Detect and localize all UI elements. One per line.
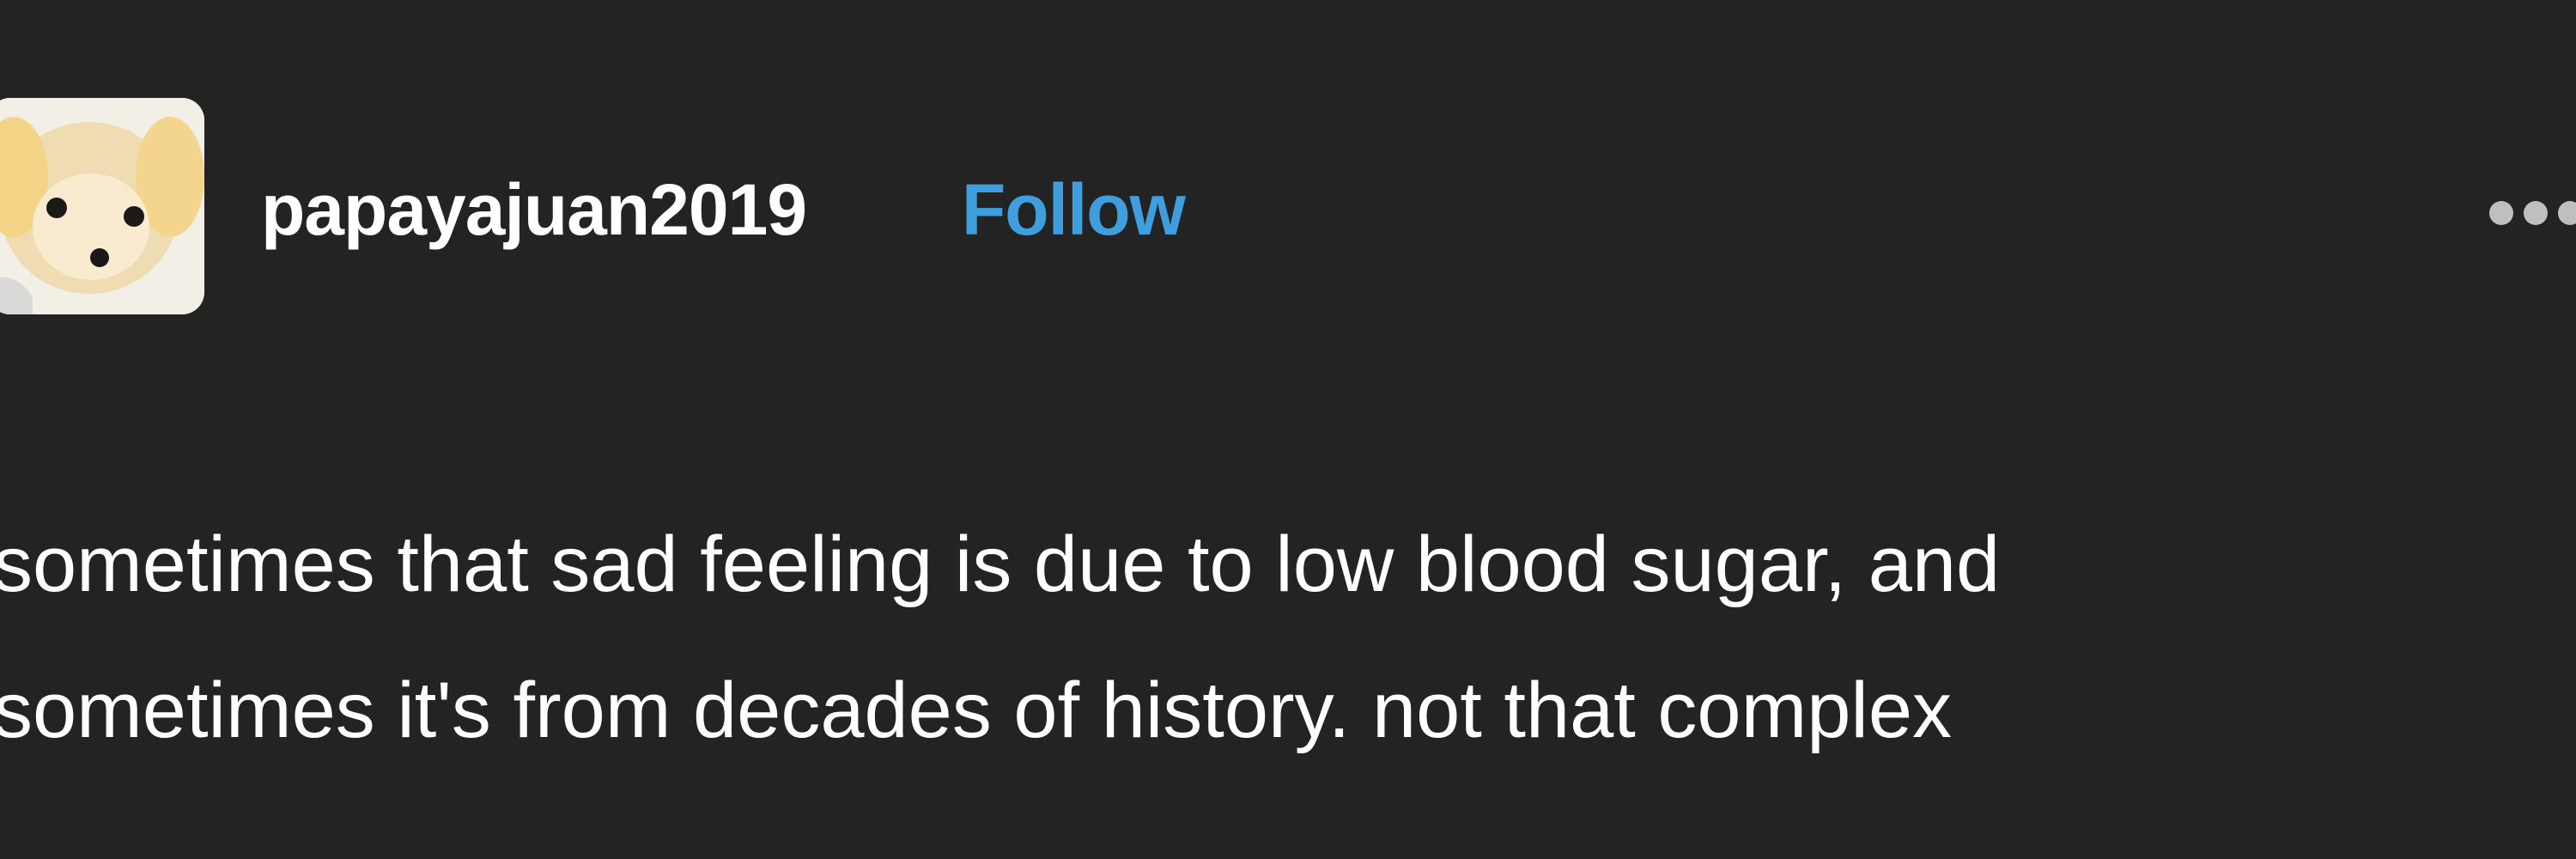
post-body: sometimes that sad feeling is due to low… (0, 491, 2552, 783)
post-body-line: sometimes that sad feeling is due to low… (0, 521, 2001, 608)
post-body-line: sometimes it's from decades of history. … (0, 667, 1952, 754)
post-card: papayajuan2019 Follow sometimes that sad… (0, 0, 2576, 859)
more-options-button[interactable] (2486, 198, 2576, 228)
follow-button[interactable]: Follow (962, 174, 1186, 246)
dog-avatar-icon (0, 98, 204, 314)
post-header: papayajuan2019 Follow (0, 94, 2576, 318)
avatar[interactable] (0, 98, 204, 314)
more-options-icon (2489, 201, 2576, 225)
username[interactable]: papayajuan2019 (261, 174, 807, 246)
